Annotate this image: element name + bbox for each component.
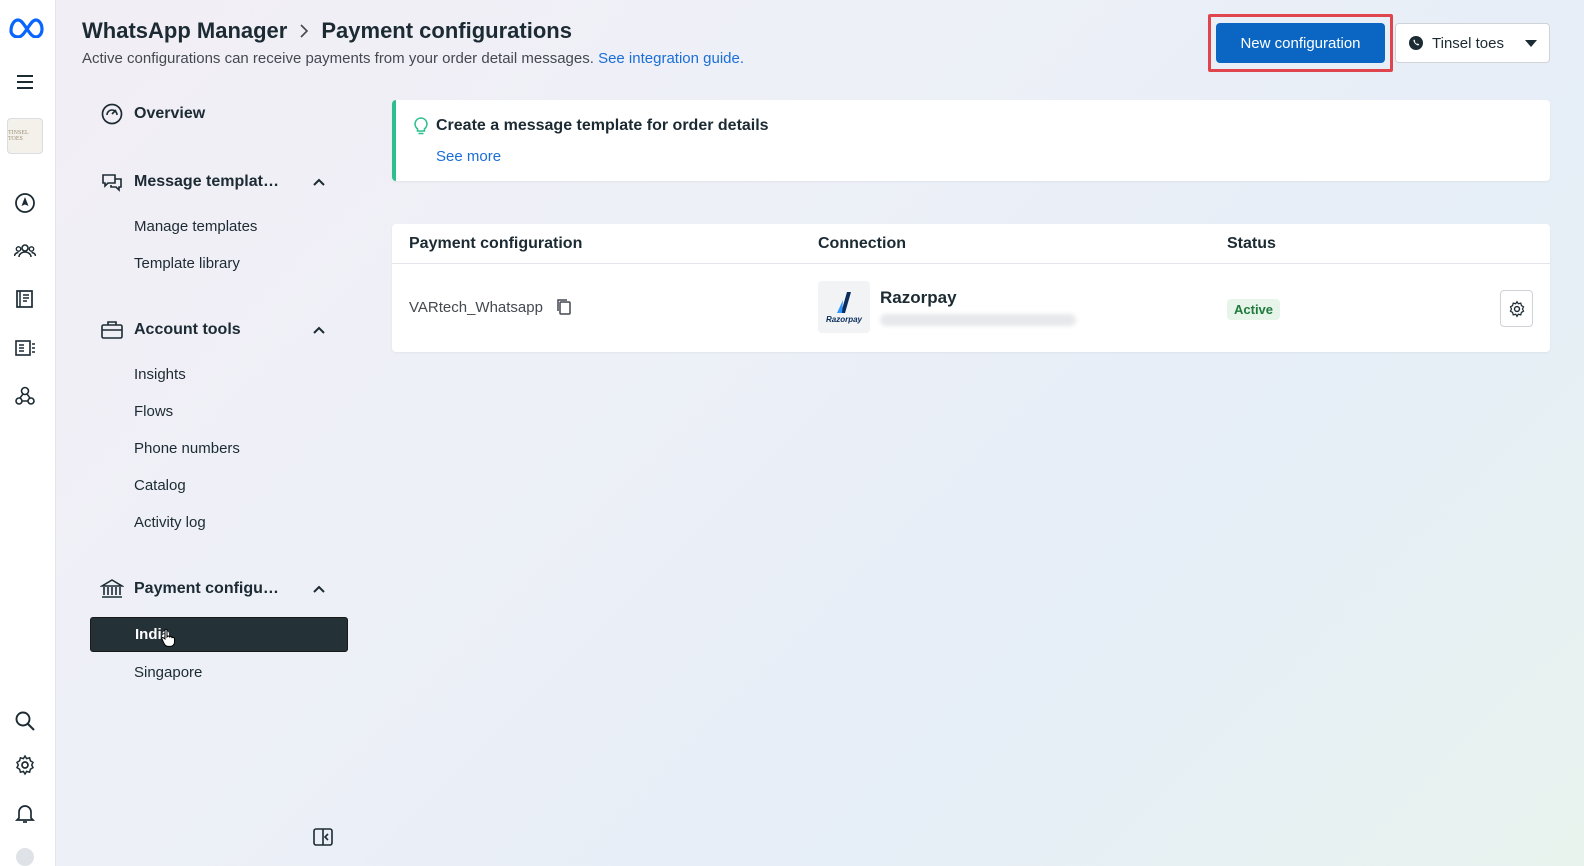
sidebar-item-phone-numbers[interactable]: Phone numbers (90, 430, 348, 467)
whatsapp-icon (1409, 36, 1423, 50)
sidebar-item-insights[interactable]: Insights (90, 356, 348, 393)
network-icon[interactable] (12, 383, 38, 409)
gear-icon (1509, 299, 1524, 318)
page-title: Payment configurations (321, 18, 572, 43)
settings-gear-icon[interactable] (12, 752, 38, 778)
business-avatar[interactable]: TINSEL TOES (7, 118, 43, 154)
integration-guide-link[interactable]: See integration guide. (598, 50, 744, 67)
config-name-cell: VARtech_Whatsapp (409, 298, 573, 316)
new-configuration-button[interactable]: New configuration (1216, 23, 1385, 63)
column-header-payment-configuration[interactable]: Payment configuration (409, 235, 582, 253)
page-header: WhatsApp Manager Payment configurations … (82, 18, 744, 67)
collapse-sidebar-icon[interactable] (312, 826, 334, 848)
page-subtitle: Active configurations can receive paymen… (82, 50, 745, 67)
sidebar-item-singapore[interactable]: Singapore (90, 654, 348, 691)
razorpay-logo-icon (837, 291, 851, 313)
see-more-link[interactable]: See more (436, 148, 501, 165)
toolbox-icon (101, 321, 123, 339)
nav-group-payment-config: Payment configu… India Singapore (90, 571, 348, 691)
chevron-right-icon (300, 24, 309, 38)
left-rail: TINSEL TOES (0, 0, 56, 866)
search-icon[interactable] (12, 708, 38, 734)
compass-icon[interactable] (12, 190, 38, 216)
tip-title: Create a message template for order deta… (436, 117, 769, 134)
account-selector[interactable]: Tinsel toes (1395, 23, 1550, 63)
connection-id-blurred (880, 314, 1076, 326)
caret-down-icon (1525, 39, 1537, 47)
breadcrumb: WhatsApp Manager Payment configurations (82, 18, 744, 44)
sidebar-item-template-library[interactable]: Template library (90, 245, 348, 282)
sidebar-item-india[interactable]: India (90, 617, 348, 652)
dashboard-gauge-icon (101, 103, 123, 125)
sidebar-item-activity-log[interactable]: Activity log (90, 504, 348, 541)
sidebar-item-catalog[interactable]: Catalog (90, 467, 348, 504)
order-details-tip-card: Create a message template for order deta… (392, 100, 1550, 181)
table-row[interactable]: VARtech_Whatsapp Razorpay Razorpay Activ… (392, 264, 1550, 352)
razorpay-logo: Razorpay (818, 281, 870, 333)
chat-bubbles-icon (102, 174, 122, 192)
chevron-up-icon[interactable] (312, 177, 326, 187)
sidebar-item-message-templates[interactable]: Message templat… (90, 164, 348, 200)
list-icon[interactable] (12, 335, 38, 361)
lightbulb-icon (414, 117, 428, 135)
hand-cursor-icon (161, 628, 175, 647)
nav-group-account-tools: Account tools Insights Flows Phone numbe… (90, 312, 348, 541)
meta-logo-icon[interactable] (8, 14, 46, 40)
sidebar-item-account-tools[interactable]: Account tools (90, 312, 348, 348)
nav-group-overview: Overview (90, 96, 348, 132)
connection-name: Razorpay (880, 288, 957, 307)
column-header-connection[interactable]: Connection (818, 235, 906, 253)
bank-icon (100, 579, 124, 598)
sidebar-item-overview[interactable]: Overview (90, 96, 348, 132)
book-icon[interactable] (12, 286, 38, 312)
column-header-status[interactable]: Status (1227, 235, 1276, 253)
hamburger-menu-icon[interactable] (12, 69, 38, 95)
profile-avatar-icon[interactable] (12, 844, 38, 866)
status-badge: Active (1227, 299, 1281, 320)
chevron-up-icon[interactable] (312, 584, 326, 594)
nav-group-message-templates: Message templat… Manage templates Templa… (90, 164, 348, 282)
payment-config-table: Payment configuration Connection Status … (392, 224, 1550, 352)
copy-icon[interactable] (555, 298, 573, 316)
sidebar-item-manage-templates[interactable]: Manage templates (90, 208, 348, 245)
breadcrumb-app[interactable]: WhatsApp Manager (82, 18, 287, 44)
chevron-up-icon[interactable] (312, 325, 326, 335)
table-header: Payment configuration Connection Status (392, 224, 1550, 264)
people-icon[interactable] (12, 238, 38, 264)
sidebar-item-flows[interactable]: Flows (90, 393, 348, 430)
account-name: Tinsel toes (1432, 34, 1504, 52)
sidebar-item-payment-configurations[interactable]: Payment configu… (90, 571, 348, 607)
bell-icon[interactable] (12, 800, 38, 826)
row-settings-button[interactable] (1500, 290, 1533, 327)
